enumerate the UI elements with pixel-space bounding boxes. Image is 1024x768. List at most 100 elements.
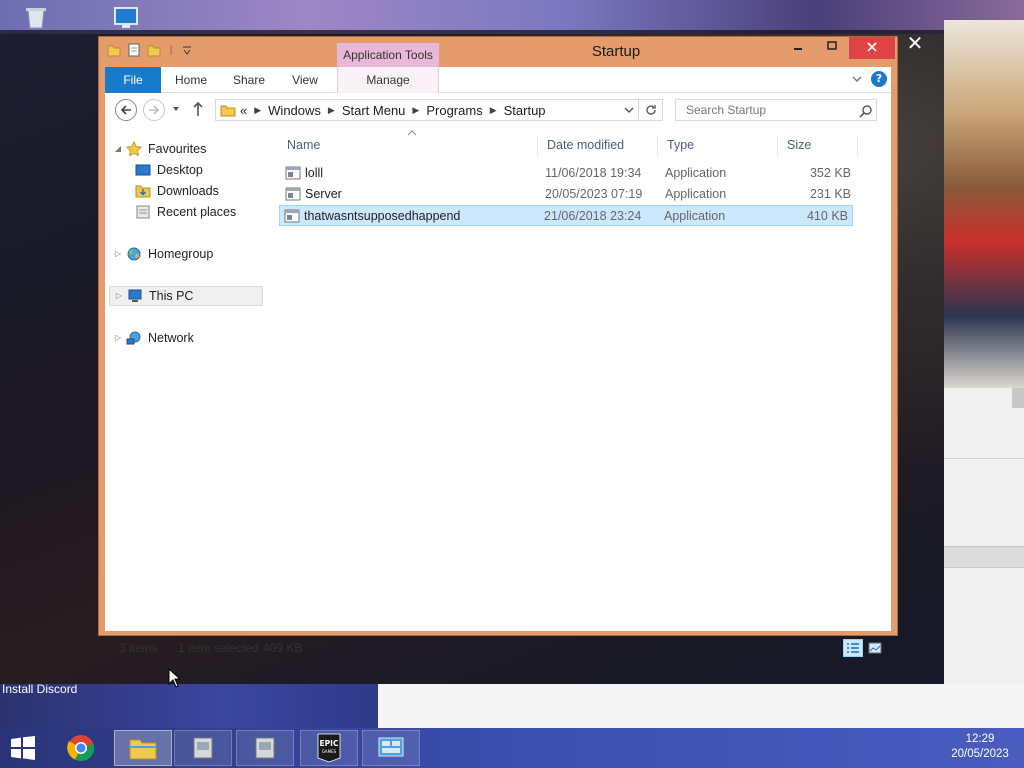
- taskbar-installer-2[interactable]: [236, 730, 294, 766]
- windows-start-icon[interactable]: [8, 735, 38, 761]
- nav-item-desktop[interactable]: Desktop: [135, 160, 203, 180]
- epic-sub-label: GAMES: [322, 749, 337, 754]
- taskbar: EPIC GAMES 12:29 20/05/2023: [0, 728, 1024, 768]
- search-icon[interactable]: [859, 104, 873, 118]
- application-file-icon: [285, 166, 301, 180]
- breadcrumb-programs[interactable]: Programs: [426, 103, 482, 118]
- tab-home[interactable]: Home: [167, 67, 215, 93]
- file-row[interactable]: Server 20/05/2023 07:19 Application 231 …: [281, 184, 855, 205]
- file-name: Server: [305, 187, 342, 201]
- maximize-button[interactable]: [815, 37, 849, 59]
- tab-file[interactable]: File: [105, 67, 161, 93]
- forward-button[interactable]: [143, 99, 165, 121]
- taskbar-file-explorer[interactable]: [114, 730, 172, 766]
- tab-manage[interactable]: Manage: [337, 67, 439, 93]
- column-divider[interactable]: [857, 135, 858, 157]
- address-bar[interactable]: « ▶ Windows ▶ Start Menu ▶ Programs ▶ St…: [215, 99, 639, 121]
- column-divider[interactable]: [657, 135, 658, 157]
- column-header-size[interactable]: Size: [787, 131, 811, 159]
- background-scrollbar: [1012, 388, 1024, 408]
- background-window-panel: [944, 388, 1024, 728]
- this-pc-desktop-icon[interactable]: [112, 6, 140, 30]
- nav-item-recent-places[interactable]: Recent places: [135, 202, 236, 222]
- column-header-name[interactable]: Name: [287, 131, 320, 159]
- epic-label: EPIC: [320, 739, 339, 748]
- back-button[interactable]: [115, 99, 137, 121]
- ribbon-right-controls: ?: [851, 71, 887, 87]
- taskbar-epic-games[interactable]: EPIC GAMES: [300, 730, 358, 766]
- expand-icon[interactable]: ▷: [114, 286, 124, 306]
- breadcrumb-overflow[interactable]: «: [240, 103, 247, 118]
- breadcrumb-start-menu[interactable]: Start Menu: [342, 103, 406, 118]
- column-header-date-modified[interactable]: Date modified: [547, 131, 624, 159]
- large-icons-view-icon: [868, 642, 882, 654]
- folder-icon: [220, 105, 236, 117]
- details-view-button[interactable]: [843, 639, 863, 657]
- expand-icon[interactable]: ▷: [113, 328, 123, 348]
- clock[interactable]: 12:29 20/05/2023: [940, 732, 1020, 762]
- address-dropdown-icon[interactable]: [624, 103, 634, 117]
- taskbar-control-panel[interactable]: [362, 730, 420, 766]
- close-button[interactable]: [849, 37, 895, 59]
- close-icon: [867, 42, 877, 52]
- column-divider[interactable]: [537, 135, 538, 157]
- explorer-window: Application Tools Startup File Home Shar…: [98, 36, 898, 657]
- window-client-area: File Home Share View Manage ? « ▶ Window…: [105, 67, 891, 657]
- tab-share[interactable]: Share: [225, 67, 273, 93]
- up-arrow-icon[interactable]: [191, 100, 205, 118]
- minimize-button[interactable]: [781, 37, 815, 59]
- nav-item-network[interactable]: ▷ Network: [113, 328, 194, 348]
- breadcrumb-windows[interactable]: Windows: [268, 103, 321, 118]
- file-date-modified: 20/05/2023 07:19: [545, 187, 643, 201]
- file-explorer-icon: [129, 739, 157, 760]
- background-divider: [944, 458, 1024, 459]
- chevron-right-icon: ▶: [254, 104, 262, 115]
- column-divider[interactable]: [777, 135, 778, 157]
- wallpaper-strip: [0, 0, 1024, 34]
- taskbar-installer-1[interactable]: [174, 730, 232, 766]
- recent-places-icon: [136, 205, 150, 219]
- epic-games-icon: EPIC GAMES: [317, 733, 341, 763]
- item-count: 3 items: [119, 641, 158, 655]
- refresh-button[interactable]: [639, 99, 663, 121]
- large-icons-view-button[interactable]: [865, 639, 885, 657]
- recycle-bin-icon[interactable]: [22, 6, 50, 30]
- collapse-icon[interactable]: ◢: [113, 139, 123, 159]
- install-discord-label[interactable]: Install Discord: [2, 682, 77, 696]
- tab-view[interactable]: View: [283, 67, 327, 93]
- this-pc-icon: [128, 289, 142, 302]
- nav-item-favourites[interactable]: ◢ Favourites: [113, 139, 206, 159]
- downloads-folder-icon: [135, 185, 151, 198]
- chrome-icon: [67, 735, 95, 762]
- nav-label-favourites: Favourites: [148, 142, 207, 156]
- minimize-icon: [794, 48, 802, 50]
- application-file-icon: [285, 187, 301, 201]
- title-bar[interactable]: Application Tools Startup: [99, 37, 897, 67]
- nav-item-downloads[interactable]: Downloads: [135, 181, 219, 201]
- file-size: 410 KB: [806, 209, 848, 223]
- breadcrumb-startup[interactable]: Startup: [504, 103, 546, 118]
- taskbar-chrome[interactable]: [52, 730, 110, 766]
- expand-icon[interactable]: ▷: [113, 244, 123, 264]
- recent-locations-dropdown-icon[interactable]: [171, 101, 181, 117]
- file-size: 352 KB: [809, 166, 851, 180]
- overlay-close-icon[interactable]: ✕: [905, 32, 925, 54]
- sort-ascending-icon: [407, 130, 417, 136]
- column-header-type[interactable]: Type: [667, 131, 694, 159]
- chevron-right-icon[interactable]: ▶: [328, 105, 335, 116]
- nav-item-homegroup[interactable]: ▷ Homegroup: [113, 244, 213, 264]
- maximize-icon: [827, 41, 837, 50]
- chevron-right-icon[interactable]: ▶: [490, 105, 497, 116]
- selection-size: 409 KB: [263, 641, 303, 655]
- file-row-selected[interactable]: thatwasntsupposedhappend 21/06/2018 23:2…: [279, 205, 853, 226]
- chevron-right-icon[interactable]: ▶: [412, 105, 419, 116]
- expand-ribbon-icon[interactable]: [851, 73, 863, 85]
- clock-time: 12:29: [965, 733, 995, 745]
- nav-item-this-pc[interactable]: ▷ This PC: [109, 286, 263, 306]
- help-icon[interactable]: ?: [871, 71, 887, 87]
- file-row[interactable]: lolll 11/06/2018 19:34 Application 352 K…: [281, 163, 855, 184]
- nav-label-homegroup: Homegroup: [148, 247, 214, 261]
- search-input[interactable]: Search Startup: [675, 99, 877, 121]
- application-file-icon: [284, 209, 300, 223]
- window-title: Startup: [591, 43, 641, 60]
